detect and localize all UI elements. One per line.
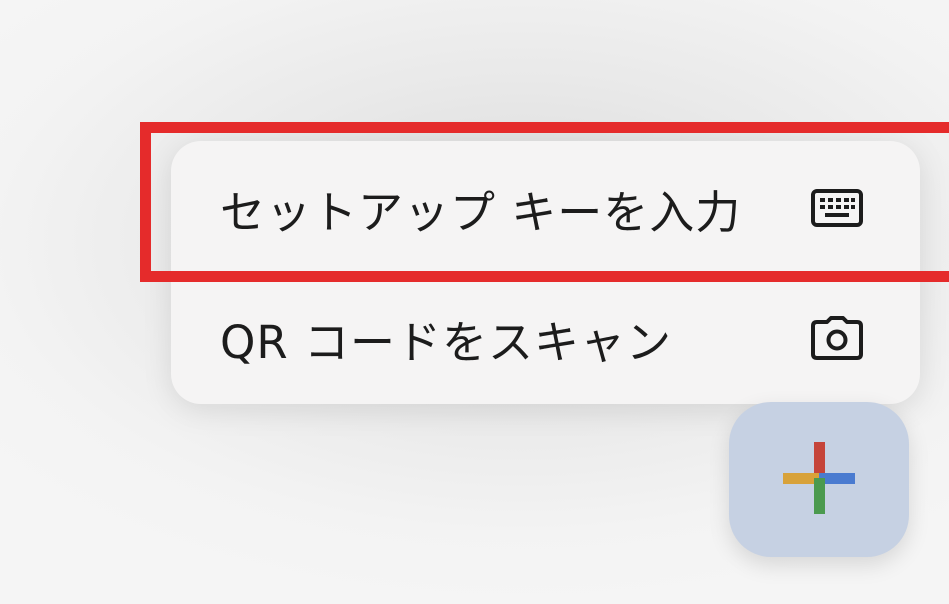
camera-icon (810, 311, 864, 365)
scan-qr-code-label: QR コードをスキャン (220, 315, 672, 369)
add-account-menu: セットアップ キーを入力 QR コードをスキャン (171, 141, 920, 404)
enter-setup-key-item[interactable]: セットアップ キーを入力 (171, 143, 920, 273)
enter-setup-key-label: セットアップ キーを入力 (220, 185, 742, 239)
scan-qr-code-item[interactable]: QR コードをスキャン (171, 273, 920, 403)
add-fab-button[interactable] (729, 402, 909, 557)
keyboard-icon (810, 181, 864, 235)
plus-icon (783, 441, 855, 518)
